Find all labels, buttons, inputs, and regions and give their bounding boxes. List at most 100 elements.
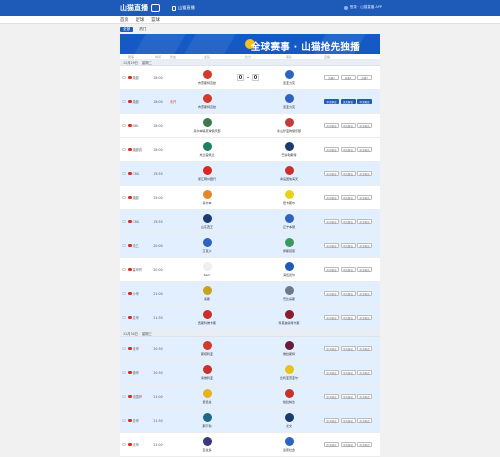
match-row[interactable]: 塞甲杯 20:00 Sem 海伍德尔 中文解说 中文解说 中文解说 — [120, 258, 380, 282]
stream-link-button[interactable]: 中文解说 — [340, 171, 356, 176]
stream-link-button[interactable]: 中文解说 — [357, 243, 372, 248]
stream-link-button[interactable]: 中文解说 — [357, 123, 372, 128]
away-team[interactable]: 格拉纳达 — [262, 389, 316, 404]
stream-link-button[interactable]: 中文解说 — [340, 291, 356, 296]
nav-item-basketball[interactable]: 篮球 — [151, 17, 160, 23]
stream-link-button[interactable]: 中文解说 — [340, 267, 356, 272]
stream-link-button[interactable]: 中文解说 — [324, 123, 339, 128]
stream-link-button[interactable]: 中文解说 — [357, 219, 372, 224]
match-row[interactable]: 澳超 19:00 墨尔本 纽卡斯尔 中文解说 中文解说 中文解说 — [120, 186, 380, 210]
stream-link-button[interactable]: 中文解说 — [357, 394, 372, 399]
match-row[interactable]: 法国杯 21:00 费洛拉 格拉纳达 中文解说 中文解说 中文解说 — [120, 385, 380, 409]
stream-link-button[interactable]: 中文解说 — [324, 370, 339, 375]
nav-item-football[interactable]: 足球 — [136, 17, 145, 23]
favorite-button[interactable] — [120, 75, 128, 80]
away-team[interactable]: 尤文 — [262, 413, 316, 428]
promo-banner[interactable]: 全球赛事 · 山猫抢先独播 — [120, 34, 380, 54]
match-row[interactable]: 意甲 21:30 那不勒 尤文 中文解说 中文解说 中文解说 — [120, 409, 380, 433]
away-team[interactable]: 巴塞勒斯特 — [262, 142, 316, 157]
stream-link-button[interactable]: 中文解说 — [357, 370, 372, 375]
match-row[interactable]: NBL 18:00 墨尔本联足球俱乐部 泰山珍宝狗俱乐部 中文解说 中文解说 中文解说 — [120, 114, 380, 138]
match-row[interactable]: 澳超赛 18:00 米兰霍佩兰 巴塞勒斯特 中文解说 中文解说 中文解说 — [120, 138, 380, 162]
away-team[interactable]: 皇家社会 — [262, 437, 316, 452]
stream-link-button[interactable]: 英文解说 — [340, 99, 356, 104]
stream-link-button[interactable]: 中文解说 — [340, 315, 356, 320]
home-team[interactable]: 瓦拉多 — [180, 437, 234, 452]
home-team[interactable]: 浙江稠州银行 — [180, 166, 234, 181]
stream-link-button[interactable]: 中文解说 — [357, 346, 372, 351]
stream-link-button[interactable]: 中文解说 — [340, 147, 356, 152]
home-team[interactable]: Sem — [180, 262, 234, 277]
favorite-button[interactable] — [120, 243, 128, 248]
tab-hot[interactable]: 热门 — [136, 27, 149, 32]
stream-link-button[interactable]: 中文解说 — [324, 267, 339, 272]
home-team[interactable]: 费洛拉 — [180, 389, 234, 404]
away-team[interactable]: 青岛国信海天 — [262, 166, 316, 181]
home-team[interactable]: 山东西王 — [180, 214, 234, 229]
favorite-button[interactable] — [120, 442, 128, 447]
site-logo[interactable]: 山猫直播 — [120, 3, 160, 13]
stream-link-button[interactable]: 中文解说 — [324, 346, 339, 351]
stream-link-button[interactable]: 中文解说 — [357, 315, 372, 320]
stream-link-button[interactable]: 直播1 — [324, 75, 339, 80]
away-team[interactable]: 海伍德尔 — [262, 262, 316, 277]
favorite-button[interactable] — [120, 291, 128, 296]
login-link[interactable]: 登录 · 山猫直播 APP — [343, 5, 382, 10]
home-team[interactable]: 艾克沙 — [180, 238, 234, 253]
favorite-button[interactable] — [120, 315, 128, 320]
stream-link-button[interactable]: 中文解说 — [324, 243, 339, 248]
stream-link-button[interactable]: 直播2 — [340, 75, 356, 80]
nav-item-home[interactable]: 首页 — [120, 17, 129, 23]
away-team[interactable]: 巴比喜斯 — [262, 286, 316, 301]
app-download-button[interactable]: 山猫直播 — [172, 5, 195, 11]
stream-link-button[interactable]: 中文解说 — [340, 418, 356, 423]
stream-link-button[interactable]: 中文解说 — [340, 370, 356, 375]
stream-link-button[interactable]: 中文解说 — [357, 99, 372, 104]
favorite-button[interactable] — [120, 171, 128, 176]
stream-link-button[interactable]: 中文解说 — [357, 147, 372, 152]
favorite-button[interactable] — [120, 99, 128, 104]
away-team[interactable]: 圣亚力克 — [262, 94, 316, 109]
home-team[interactable]: 费斯科佛卡斯 — [180, 310, 234, 325]
away-team[interactable]: 辽宁本钢 — [262, 214, 316, 229]
home-team[interactable]: 斯塔利亚 — [180, 341, 234, 356]
away-team[interactable]: 科莫迪塞特卡斯 — [262, 310, 316, 325]
favorite-button[interactable] — [120, 267, 128, 272]
favorite-button[interactable] — [120, 147, 128, 152]
stream-link-button[interactable]: 中文解说 — [357, 418, 372, 423]
match-row[interactable]: 英超 18:00 布雷斯特竞技 0-0 圣亚力克 直播1 直播2 直播3 — [120, 66, 380, 90]
stream-link-button[interactable]: 中文解说 — [324, 195, 339, 200]
stream-link-button[interactable]: 中文解说 — [324, 442, 339, 447]
match-row[interactable]: 意甲 21:30 费斯科佛卡斯 科莫迪塞特卡斯 中文解说 中文解说 中文解说 — [120, 306, 380, 330]
stream-link-button[interactable]: 中文解说 — [324, 291, 339, 296]
home-team[interactable]: 布雷斯特竞技 — [180, 70, 234, 85]
match-row[interactable]: 法甲 20:30 斯塔利亚 维拉斯特 中文解说 中文解说 中文解说 — [120, 337, 380, 361]
stream-link-button[interactable]: 中文解说 — [340, 394, 356, 399]
stream-link-button[interactable]: 中文解说 — [324, 147, 339, 152]
home-team[interactable]: 布雷斯特竞技 — [180, 94, 234, 109]
stream-link-button[interactable]: 中文解说 — [340, 243, 356, 248]
favorite-button[interactable] — [120, 346, 128, 351]
stream-link-button[interactable]: 中文解说 — [340, 442, 356, 447]
tab-all[interactable]: 全部 — [120, 26, 134, 32]
stream-link-button[interactable]: 中文解说 — [357, 171, 372, 176]
away-team[interactable]: 比利亚雷亚尔 — [262, 365, 316, 380]
favorite-button[interactable] — [120, 195, 128, 200]
stream-link-button[interactable]: 中文解说 — [324, 394, 339, 399]
stream-link-button[interactable]: 中文解说 — [324, 171, 339, 176]
stream-link-button[interactable]: 中文解说 — [324, 418, 339, 423]
favorite-button[interactable] — [120, 418, 128, 423]
away-team[interactable]: 维拉斯特 — [262, 341, 316, 356]
stream-link-button[interactable]: 中文解说 — [357, 291, 372, 296]
home-team[interactable]: 米兰霍佩兰 — [180, 142, 234, 157]
match-row[interactable]: 沙甲 21:00 塞斯 巴比喜斯 中文解说 中文解说 中文解说 — [120, 282, 380, 306]
stream-link-button[interactable]: 中文解说 — [340, 195, 356, 200]
match-row[interactable]: CBA 19:35 山东西王 辽宁本钢 中文解说 中文解说 中文解说 — [120, 210, 380, 234]
home-team[interactable]: 那不勒 — [180, 413, 234, 428]
stream-link-button[interactable]: 中文解说 — [324, 99, 339, 104]
favorite-button[interactable] — [120, 370, 128, 375]
home-team[interactable]: 墨尔本联足球俱乐部 — [180, 118, 234, 133]
match-row[interactable]: 法乙 20:00 艾克沙 伊斯顿恩 中文解说 中文解说 中文解说 — [120, 234, 380, 258]
match-row[interactable]: 英超 18:00 未开 布雷斯特竞技 圣亚力克 中文解说 英文解说 中文解说 — [120, 90, 380, 114]
stream-link-button[interactable]: 中文解说 — [357, 195, 372, 200]
